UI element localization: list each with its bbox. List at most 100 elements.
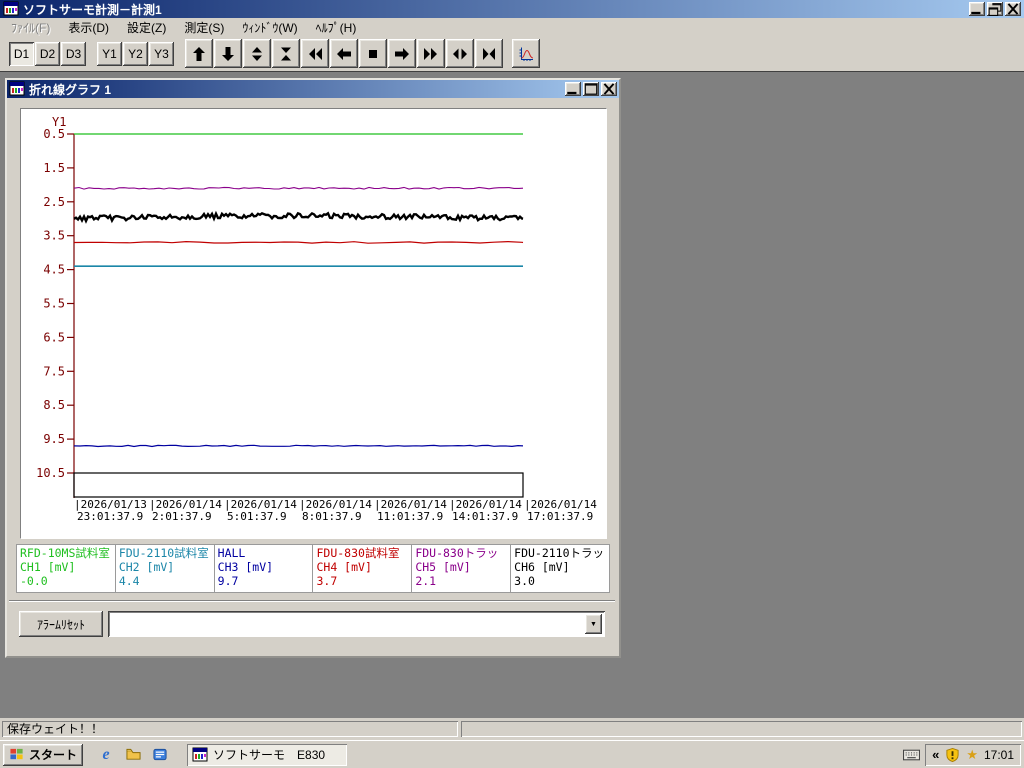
restore-icon — [987, 1, 1003, 17]
svg-text:1.5: 1.5 — [43, 161, 65, 175]
svg-text:17:01:37.9: 17:01:37.9 — [527, 510, 593, 523]
taskbar: スタート e ソフトサーモ E830 « ★ 17:01 — [0, 740, 1024, 768]
close-icon — [1005, 1, 1021, 17]
security-shield-icon[interactable] — [945, 747, 960, 763]
window-title: ソフトサーモ計測－計測1 — [23, 1, 969, 18]
tray-chevron-icon[interactable]: « — [932, 747, 939, 762]
svg-text:7.5: 7.5 — [43, 364, 65, 378]
legend-channel-value: 9.7 — [218, 574, 310, 588]
stop-button[interactable] — [359, 39, 387, 68]
expand-vertical-button[interactable] — [243, 39, 271, 68]
start-button[interactable]: スタート — [3, 744, 83, 766]
menu-item-window[interactable]: ｳｨﾝﾄﾞｳ(W) — [233, 18, 306, 37]
minimize-icon — [565, 81, 581, 97]
close-button[interactable] — [1005, 2, 1021, 16]
left-arrow-icon — [336, 46, 352, 62]
menu-item-help[interactable]: ﾍﾙﾌﾟ(H) — [307, 18, 366, 37]
alarm-reset-button[interactable]: ｱﾗｰﾑﾘｾｯﾄ — [19, 611, 103, 637]
alarm-combobox[interactable]: ▼ — [108, 611, 605, 637]
legend-device-name: FDU-830試料室 — [316, 546, 408, 560]
mdi-area: 折れ線グラフ 1 Y10.51.52.53.54.55.56.57.58.59.… — [0, 71, 1024, 719]
toolbar-button-d1[interactable]: D1 — [9, 42, 34, 66]
svg-text:8.5: 8.5 — [43, 398, 65, 412]
scroll-up-button[interactable] — [185, 39, 213, 68]
keyboard-icon[interactable] — [903, 748, 920, 762]
alarm-combobox-value[interactable] — [108, 611, 585, 637]
graph-maximize-button[interactable] — [583, 82, 599, 96]
separator — [9, 600, 615, 602]
chart-icon — [518, 46, 534, 62]
legend-channel-label: CH4 [mV] — [316, 560, 408, 574]
menu-item-view[interactable]: 表示(D) — [59, 18, 118, 37]
svg-text:10.5: 10.5 — [36, 466, 65, 480]
fast-forward-button[interactable] — [417, 39, 445, 68]
legend-device-name: HALL — [218, 546, 310, 560]
scroll-down-button[interactable] — [214, 39, 242, 68]
expand-vertical-icon — [249, 46, 265, 62]
app-icon — [192, 747, 208, 763]
toolbar-button-y2[interactable]: Y2 — [123, 42, 148, 66]
chart-panel: Y10.51.52.53.54.55.56.57.58.59.510.5|202… — [20, 108, 607, 539]
svg-text:23:01:37.9: 23:01:37.9 — [77, 510, 143, 523]
outlook-express-icon[interactable] — [149, 744, 171, 766]
desktop-folder-icon[interactable] — [122, 744, 144, 766]
svg-text:14:01:37.9: 14:01:37.9 — [452, 510, 518, 523]
legend-cell-ch6: FDU-2110トラッCH6 [mV]3.0 — [511, 545, 609, 592]
legend-channel-value: 3.7 — [316, 574, 408, 588]
menu-bar: ﾌｧｲﾙ(F)表示(D)設定(Z)測定(S)ｳｨﾝﾄﾞｳ(W)ﾍﾙﾌﾟ(H) — [0, 18, 1024, 36]
svg-text:6.5: 6.5 — [43, 330, 65, 344]
toolbar-button-d3[interactable]: D3 — [61, 42, 86, 66]
graph-minimize-button[interactable] — [565, 82, 581, 96]
fast-rewind-button[interactable] — [301, 39, 329, 68]
stop-icon — [365, 46, 381, 62]
combobox-dropdown-button[interactable]: ▼ — [585, 614, 602, 634]
main-titlebar[interactable]: ソフトサーモ計測－計測1 — [0, 0, 1024, 18]
app-icon — [3, 1, 19, 17]
series-line-ch3 — [74, 445, 523, 446]
collapse-vertical-icon — [278, 46, 294, 62]
expand-horizontal-button[interactable] — [446, 39, 474, 68]
svg-text:4.5: 4.5 — [43, 263, 65, 277]
graph-window-title: 折れ線グラフ 1 — [29, 81, 565, 98]
toolbar-button-y1[interactable]: Y1 — [97, 42, 122, 66]
maximize-icon — [583, 81, 599, 97]
menu-item-file[interactable]: ﾌｧｲﾙ(F) — [2, 18, 59, 37]
svg-text:2:01:37.9: 2:01:37.9 — [152, 510, 212, 523]
svg-text:8:01:37.9: 8:01:37.9 — [302, 510, 362, 523]
right-arrow-icon — [394, 46, 410, 62]
collapse-horizontal-button[interactable] — [475, 39, 503, 68]
graph-settings-button[interactable] — [512, 39, 540, 68]
legend-channel-label: CH2 [mV] — [119, 560, 211, 574]
toolbar-button-y3[interactable]: Y3 — [149, 42, 174, 66]
legend-cell-ch4: FDU-830試料室CH4 [mV]3.7 — [313, 545, 411, 592]
menu-item-settings[interactable]: 設定(Z) — [118, 18, 175, 37]
task-button-label: ソフトサーモ E830 — [213, 746, 325, 763]
task-button-softthermo[interactable]: ソフトサーモ E830 — [187, 744, 347, 766]
quick-launch: e — [95, 744, 171, 766]
legend-cell-ch1: RFD-10MS試料室CH1 [mV]-0.0 — [17, 545, 115, 592]
svg-text:5:01:37.9: 5:01:37.9 — [227, 510, 287, 523]
dropdown-arrow-icon: ▼ — [590, 621, 597, 628]
legend-channel-label: CH5 [mV] — [415, 560, 507, 574]
scroll-right-button[interactable] — [388, 39, 416, 68]
restore-button[interactable] — [987, 2, 1003, 16]
tray-star-icon[interactable]: ★ — [966, 747, 978, 763]
menu-item-measure[interactable]: 測定(S) — [175, 18, 233, 37]
legend-channel-value: 3.0 — [514, 574, 606, 588]
legend-device-name: RFD-10MS試料室 — [20, 546, 112, 560]
minimize-button[interactable] — [969, 2, 985, 16]
graph-close-button[interactable] — [601, 82, 617, 96]
collapse-vertical-button[interactable] — [272, 39, 300, 68]
internet-explorer-icon[interactable]: e — [95, 744, 117, 766]
close-icon — [601, 81, 617, 97]
graph-window-titlebar[interactable]: 折れ線グラフ 1 — [7, 80, 619, 98]
status-panel-right — [461, 721, 1022, 737]
system-tray: « ★ 17:01 — [903, 744, 1021, 766]
scroll-left-button[interactable] — [330, 39, 358, 68]
series-line-ch4 — [74, 242, 523, 244]
legend-cell-ch2: FDU-2110試料室CH2 [mV]4.4 — [116, 545, 214, 592]
application-window: ソフトサーモ計測－計測1 ﾌｧｲﾙ(F)表示(D)設定(Z)測定(S)ｳｨﾝﾄﾞ… — [0, 0, 1024, 768]
start-label: スタート — [29, 746, 77, 763]
toolbar-button-d2[interactable]: D2 — [35, 42, 60, 66]
legend-cell-ch5: FDU-830トラッCH5 [mV]2.1 — [412, 545, 510, 592]
